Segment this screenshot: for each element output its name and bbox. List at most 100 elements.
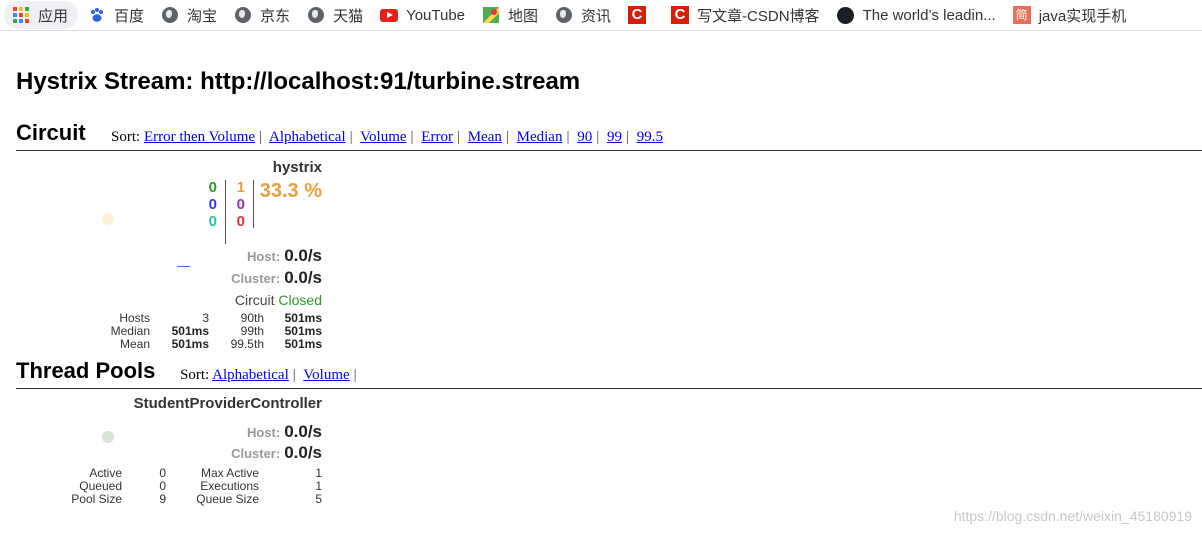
- sort-separator: |: [456, 129, 460, 145]
- jianshu-icon: 简: [1012, 6, 1031, 24]
- bookmark-label: 写文章-CSDN博客: [697, 7, 820, 25]
- cluster-label: Cluster:: [231, 271, 281, 286]
- sort-label: Sort:: [111, 129, 141, 145]
- bookmark-label: 资讯: [581, 7, 612, 25]
- failure-count: 0: [236, 213, 245, 230]
- error-rate: 33.3 %: [259, 180, 322, 202]
- bookmark-csdn-write[interactable]: C 写文章-CSDN博客: [664, 1, 827, 29]
- queue-size-label: Queue Size: [196, 492, 259, 506]
- host-rate-value: 0.0/s: [284, 246, 322, 265]
- bookmark-label: 天猫: [333, 7, 364, 25]
- cluster-rate-row: Cluster: 0.0/s: [231, 443, 322, 463]
- pool-size-value: 9: [159, 492, 166, 506]
- bad-request-count: 0: [208, 213, 217, 230]
- bookmark-github[interactable]: The world’s leadin...: [830, 1, 1003, 29]
- sort-volume-link[interactable]: Volume: [303, 367, 349, 383]
- bookmark-apps[interactable]: 应用: [4, 1, 79, 29]
- health-circle: [102, 431, 114, 443]
- bookmark-baidu[interactable]: 百度: [81, 1, 151, 29]
- bookmark-tmall[interactable]: 天猫: [300, 1, 370, 29]
- bookmark-taobao[interactable]: 淘宝: [154, 1, 224, 29]
- bookmark-label: java实现手机: [1038, 7, 1127, 25]
- circuit-sort-bar: Sort: Error then Volume | Alphabetical | V…: [111, 129, 663, 146]
- circuit-section-header: Circuit Sort: Error then Volume | Alphabe…: [16, 120, 1202, 151]
- sort-90-link[interactable]: 90: [577, 129, 592, 145]
- csdn-icon: C: [671, 6, 690, 24]
- p99-value: 501ms: [284, 324, 322, 338]
- stat-values-col2: 501ms 501ms 501ms: [285, 312, 322, 351]
- cluster-rate-value: 0.0/s: [284, 268, 322, 287]
- github-icon: [837, 6, 855, 24]
- csdn-icon: C: [628, 6, 647, 24]
- apps-grid-icon: [12, 6, 30, 24]
- sort-error-link[interactable]: Error: [421, 129, 453, 145]
- maps-icon: [482, 6, 500, 24]
- bookmark-maps[interactable]: 地图: [475, 1, 545, 29]
- sort-volume-link[interactable]: Volume: [360, 129, 406, 145]
- sort-mean-link[interactable]: Mean: [468, 129, 502, 145]
- thread-pools-section-header: Thread Pools Sort: Alphabetical | Volume |: [16, 358, 1202, 389]
- youtube-icon: [380, 6, 399, 24]
- cluster-rate-value: 0.0/s: [284, 443, 322, 462]
- sort-alphabetical-link[interactable]: Alphabetical: [212, 367, 289, 383]
- bookmark-youtube[interactable]: YouTube: [373, 1, 472, 29]
- bookmark-label: YouTube: [406, 6, 466, 24]
- mean-value: 501ms: [171, 337, 209, 351]
- watermark: https://blog.csdn.net/weixin_45180919: [953, 508, 1192, 524]
- circuit-status: Circuit Closed: [235, 292, 322, 308]
- sparkline: [177, 266, 190, 267]
- sort-error-then-volume-link[interactable]: Error then Volume: [144, 129, 255, 145]
- median-value: 501ms: [171, 324, 209, 338]
- baidu-paw-icon: [88, 6, 106, 24]
- circuit-section-title: Circuit: [16, 120, 86, 145]
- host-label: Host:: [246, 425, 281, 440]
- stat-values-col1: 3 501ms 501ms: [172, 312, 209, 351]
- circuit-status-value: Closed: [278, 292, 322, 308]
- bookmark-csdn[interactable]: C: [621, 1, 661, 29]
- p995-value: 501ms: [284, 337, 322, 351]
- sort-separator: |: [292, 367, 296, 383]
- sort-alphabetical-link[interactable]: Alphabetical: [269, 129, 346, 145]
- thread-pools-section-title: Thread Pools: [16, 358, 156, 383]
- circuit-counters-left: 0 0 0: [209, 179, 217, 230]
- counter-divider: [253, 180, 254, 228]
- host-rate-row: Host: 0.0/s: [247, 422, 322, 442]
- thread-pool-monitor: StudentProviderController Host: 0.0/s Clu…: [0, 392, 340, 512]
- sort-99-5-link[interactable]: 99.5: [637, 129, 663, 145]
- p90-value: 501ms: [284, 311, 322, 325]
- circuit-counters-right: 1 0 0: [237, 179, 245, 230]
- thread-pools-sort-bar: Sort: Alphabetical | Volume |: [180, 367, 361, 384]
- timeout-count: 1: [236, 179, 245, 196]
- sort-separator: |: [349, 129, 353, 145]
- short-circuited-count: 0: [208, 196, 217, 213]
- sort-separator: |: [566, 129, 570, 145]
- pool-stat-values-col2: 1 1 5: [315, 467, 322, 506]
- bookmark-label: 应用: [38, 7, 69, 25]
- p995-label: 99.5th: [230, 337, 264, 351]
- counter-divider: [225, 180, 226, 244]
- bookmark-label: 百度: [114, 7, 145, 25]
- bookmark-news[interactable]: 资讯: [548, 1, 618, 29]
- host-label: Host:: [246, 249, 281, 264]
- bookmark-jianshu[interactable]: 简 java实现手机: [1006, 1, 1134, 29]
- pool-stat-values-col1: 0 0 9: [159, 467, 166, 506]
- bookmark-label: 京东: [260, 7, 291, 25]
- globe-icon: [234, 6, 252, 24]
- sort-separator: |: [596, 129, 600, 145]
- circuit-name: hystrix: [272, 159, 322, 176]
- cluster-label: Cluster:: [231, 446, 281, 461]
- bookmark-label: The world’s leadin...: [862, 6, 996, 24]
- host-rate-value: 0.0/s: [284, 422, 322, 441]
- globe-icon: [161, 6, 179, 24]
- sort-median-link[interactable]: Median: [517, 129, 563, 145]
- bookmark-jd[interactable]: 京东: [227, 1, 297, 29]
- stat-labels-col2: 90th 99th 99.5th: [231, 312, 264, 351]
- mean-label: Mean: [119, 337, 150, 351]
- bookmark-label: 地图: [508, 7, 539, 25]
- sort-separator: |: [410, 129, 414, 145]
- sort-label: Sort:: [180, 367, 210, 383]
- cluster-rate-row: Cluster: 0.0/s: [231, 268, 322, 288]
- sort-99-link[interactable]: 99: [607, 129, 622, 145]
- pool-size-label: Pool Size: [71, 492, 122, 506]
- bookmarks-bar: 应用 百度 淘宝 京东 天猫 YouTube 地图 资讯 C C 写文章-CSD…: [0, 0, 1202, 31]
